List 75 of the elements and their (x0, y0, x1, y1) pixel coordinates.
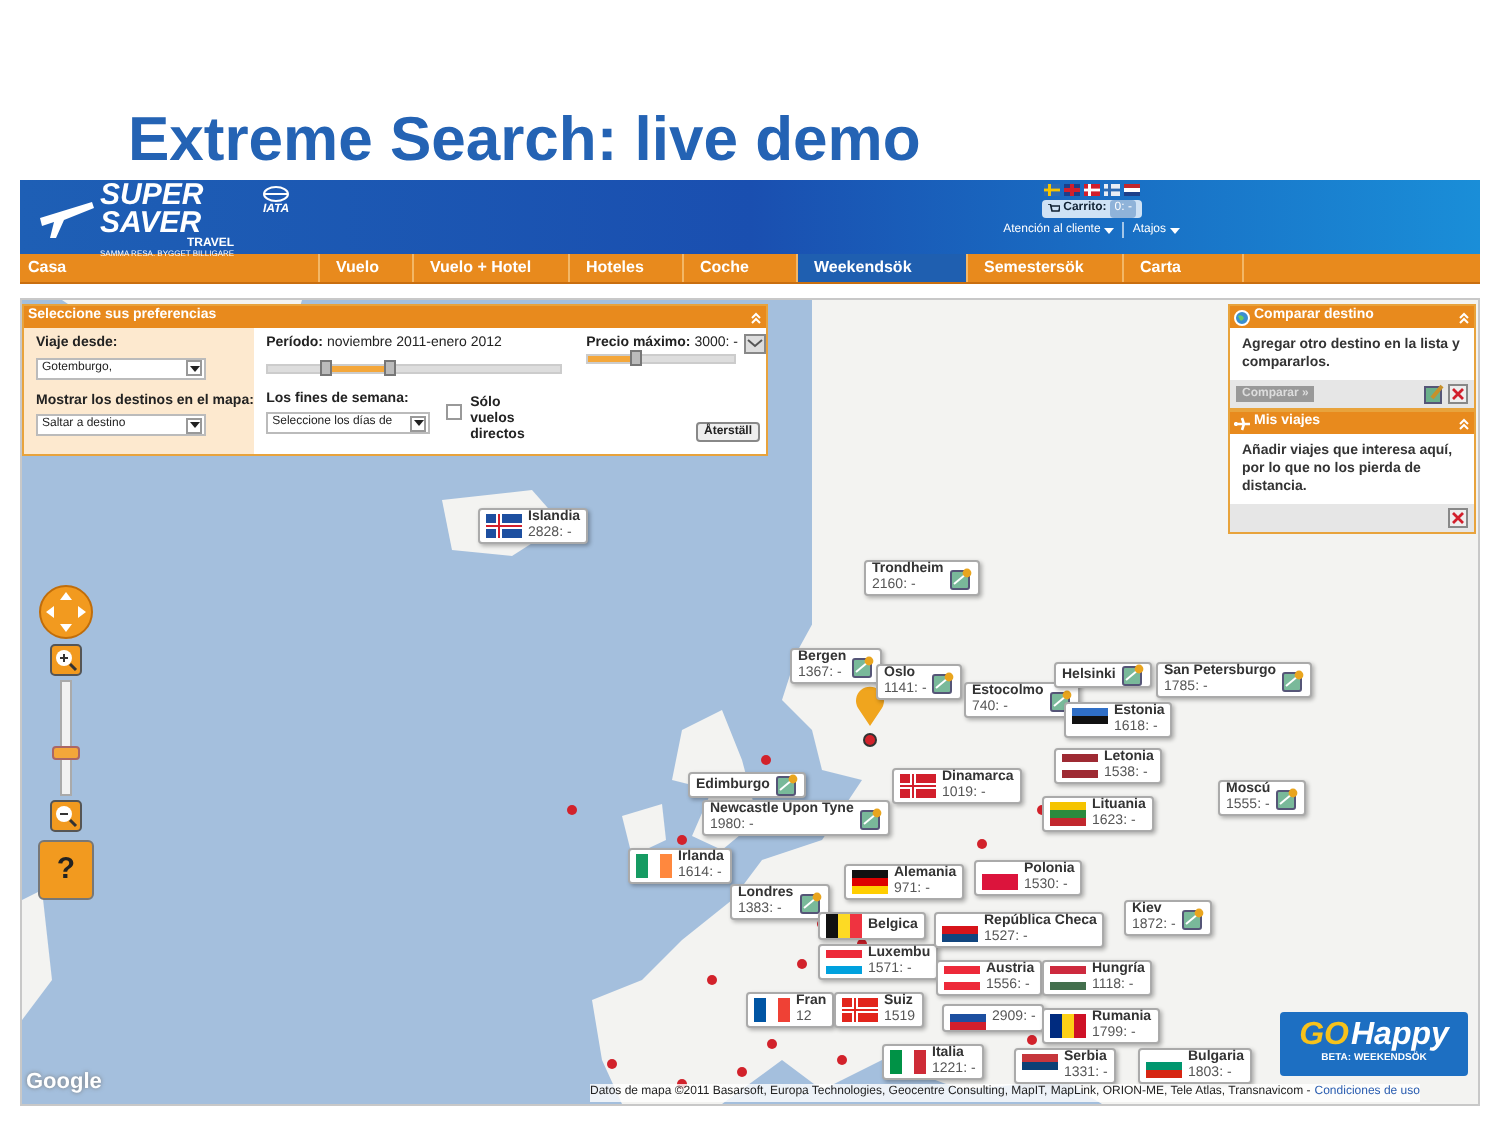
flag-icon[interactable] (1103, 184, 1120, 196)
globe-icon (262, 186, 291, 202)
map-edit-icon[interactable] (1424, 384, 1444, 404)
flag-icon (486, 514, 522, 538)
caret-icon (1104, 228, 1115, 234)
map-add-icon[interactable] (1276, 787, 1299, 809)
city-dot (767, 1039, 777, 1049)
collapse-icon[interactable] (1458, 311, 1470, 323)
airplane-icon (1234, 415, 1250, 431)
flag-icon (944, 966, 980, 990)
slider-thumb[interactable] (630, 349, 643, 365)
zoom-slider-thumb[interactable] (52, 745, 80, 760)
land-shape (22, 890, 52, 1020)
badge-logo-name: Happy (1350, 1020, 1449, 1053)
dropdown-icon (186, 360, 202, 376)
zoom-out-icon[interactable] (50, 800, 82, 832)
range-slider[interactable] (266, 363, 563, 373)
city-dot (707, 975, 717, 985)
map-add-icon[interactable] (799, 891, 822, 913)
city-dot (797, 959, 807, 969)
collapse-icon[interactable] (750, 311, 762, 323)
dropdown-icon (410, 415, 427, 431)
envelope-icon[interactable] (744, 334, 766, 354)
map-add-icon[interactable] (1049, 689, 1072, 711)
flag-icon[interactable] (1123, 184, 1140, 196)
city-dot (737, 1067, 747, 1077)
flag-icon (950, 1006, 986, 1030)
location-pin-icon[interactable] (856, 686, 884, 747)
map-logo: Google (26, 1067, 102, 1097)
map-add-icon[interactable] (1282, 669, 1305, 691)
flag-icon (826, 914, 862, 938)
flag-icon (890, 1050, 926, 1074)
slider-thumb[interactable] (320, 359, 333, 375)
close-icon[interactable] (1448, 384, 1468, 404)
help-button[interactable]: ? (38, 840, 94, 900)
city-dot (677, 835, 687, 845)
flag-icon (636, 854, 672, 878)
page-title: Extreme Search: live demo (128, 104, 921, 176)
globe-icon (1234, 309, 1250, 325)
city-dot (837, 1055, 847, 1065)
flag-icon (1050, 966, 1086, 990)
map-add-icon[interactable] (852, 655, 875, 677)
checkbox[interactable] (446, 403, 463, 419)
price-slider[interactable] (586, 353, 737, 363)
flag-icon (842, 998, 878, 1022)
map-add-icon[interactable] (859, 807, 882, 829)
cart-icon (1047, 204, 1060, 214)
nav-tab[interactable]: Weekendsök (798, 254, 968, 282)
close-icon[interactable] (1448, 508, 1468, 528)
zoom-in-icon[interactable] (50, 644, 82, 676)
map-add-icon[interactable] (932, 671, 955, 693)
flag-icon (754, 998, 790, 1022)
flag-icon (1050, 802, 1086, 826)
map-add-icon[interactable] (1121, 664, 1144, 686)
badge-logo-text: GO (1299, 1020, 1349, 1053)
city-dot (761, 755, 771, 765)
flag-icon (1062, 754, 1098, 778)
city-dot (977, 839, 987, 849)
city-dot (567, 805, 577, 815)
city-dot (607, 1059, 617, 1069)
pan-control-icon[interactable] (38, 584, 94, 640)
flag-icon (826, 950, 862, 974)
caret-icon (1170, 228, 1180, 234)
flag-icon[interactable] (1083, 184, 1100, 196)
flag-icon (900, 774, 936, 798)
map-add-icon[interactable] (1181, 907, 1204, 929)
city-dot (1027, 1035, 1037, 1045)
flag-icon (1050, 1014, 1086, 1038)
map-add-icon[interactable] (775, 774, 798, 796)
map-add-icon[interactable] (949, 567, 972, 589)
dropdown-icon (186, 417, 202, 433)
logo-text[interactable]: SUPER SAVER (100, 182, 224, 238)
collapse-icon[interactable] (1458, 417, 1470, 429)
slider-thumb[interactable] (384, 359, 397, 375)
flag-icon (852, 870, 888, 894)
